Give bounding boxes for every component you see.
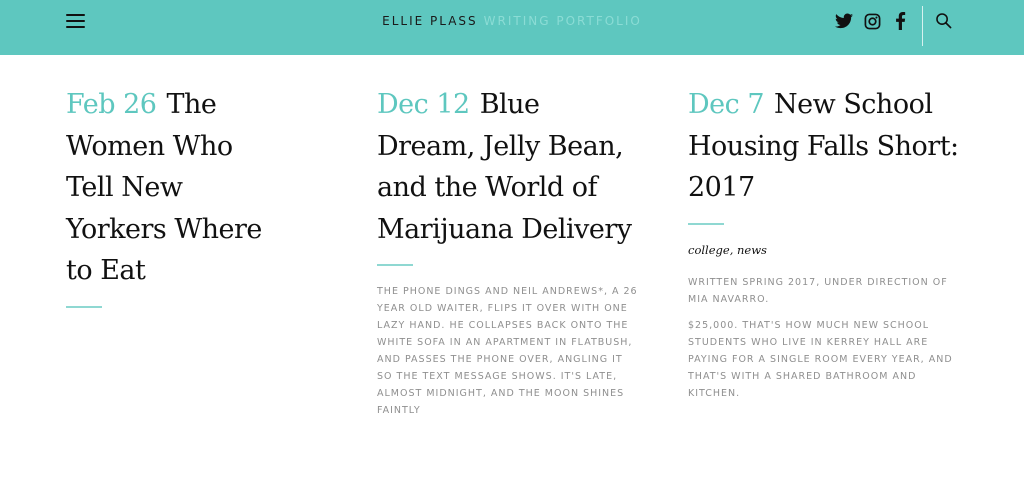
post-title-link[interactable]: Feb 26 The Women Who Tell New Yorkers Whe… [66, 84, 286, 292]
post-excerpt: WRITTEN SPRING 2017, UNDER DIRECTION OF … [688, 276, 948, 305]
post-date: Dec 7 [688, 89, 765, 120]
facebook-icon[interactable] [895, 11, 906, 31]
post-excerpt: $25,000. THAT'S HOW MUCH NEW SCHOOL STUD… [688, 319, 953, 399]
post-excerpt: THE PHONE DINGS AND NEIL ANDREWS*, A 26 … [377, 286, 638, 416]
post-title-link[interactable]: Dec 7 New School Housing Falls Short: 201… [688, 84, 968, 209]
header-divider [922, 6, 923, 46]
search-icon[interactable] [935, 12, 952, 34]
twitter-icon[interactable] [835, 11, 853, 31]
post-card: Dec 12 Blue Dream, Jelly Bean, and the Wo… [377, 84, 642, 419]
site-header: ELLIE PLASS WRITING PORTFOLIO [0, 0, 1024, 55]
post-card: Feb 26 The Women Who Tell New Yorkers Whe… [66, 84, 286, 308]
post-date: Dec 12 [377, 89, 470, 120]
title-divider [66, 305, 102, 308]
instagram-icon[interactable] [864, 11, 881, 31]
post-tags[interactable]: college, news [688, 243, 968, 257]
site-name[interactable]: ELLIE PLASS [382, 14, 478, 28]
post-title-link[interactable]: Dec 12 Blue Dream, Jelly Bean, and the Wo… [377, 84, 642, 250]
title-divider [688, 222, 724, 225]
post-card: Dec 7 New School Housing Falls Short: 201… [688, 84, 968, 402]
post-date: Feb 26 [66, 89, 157, 120]
site-tagline: WRITING PORTFOLIO [483, 14, 642, 28]
title-divider [377, 264, 413, 266]
